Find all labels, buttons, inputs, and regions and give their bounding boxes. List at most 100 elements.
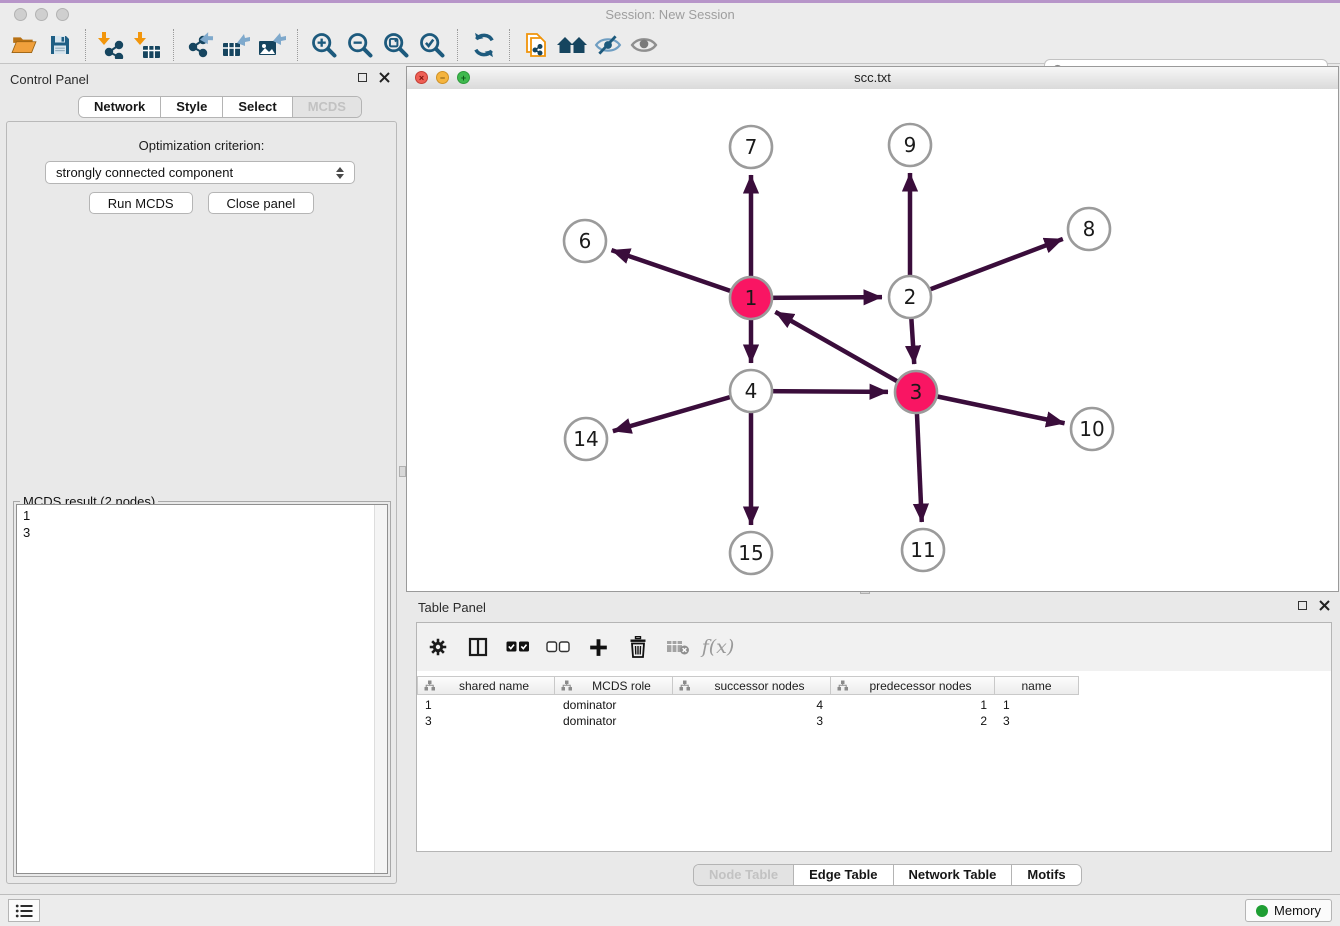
memory-button[interactable]: Memory bbox=[1245, 899, 1332, 922]
toolbar-separator bbox=[85, 29, 87, 61]
control-panel-controls bbox=[358, 72, 390, 83]
control-panel-title: Control Panel bbox=[10, 72, 89, 87]
dropdown-value: strongly connected component bbox=[56, 165, 336, 180]
table-cell[interactable]: 2 bbox=[831, 714, 995, 728]
mcds-result-list: 1 3 bbox=[23, 507, 30, 541]
zoom-selected-icon[interactable] bbox=[414, 28, 450, 62]
open-file-icon[interactable] bbox=[6, 28, 42, 62]
column-header-name[interactable]: name bbox=[995, 676, 1079, 695]
tab-network[interactable]: Network bbox=[79, 97, 161, 117]
graph-node-label: 10 bbox=[1079, 417, 1104, 441]
zoom-in-icon[interactable] bbox=[306, 28, 342, 62]
zoom-fit-icon[interactable] bbox=[378, 28, 414, 62]
memory-status-dot bbox=[1256, 905, 1268, 917]
main-toolbar bbox=[0, 26, 1340, 64]
deselect-all-columns-icon[interactable] bbox=[545, 634, 571, 660]
graph-node-7[interactable]: 7 bbox=[730, 126, 772, 168]
graph-node-15[interactable]: 15 bbox=[730, 532, 772, 574]
import-network-icon[interactable] bbox=[94, 28, 130, 62]
graph-node-11[interactable]: 11 bbox=[902, 529, 944, 571]
result-scrollbar[interactable] bbox=[374, 505, 387, 873]
table-cell[interactable]: 3 bbox=[673, 714, 831, 728]
table-cell[interactable]: 1 bbox=[417, 698, 555, 712]
graph-node-6[interactable]: 6 bbox=[564, 220, 606, 262]
graph-node-1[interactable]: 1 bbox=[730, 277, 772, 319]
column-header-shared-name[interactable]: shared name bbox=[417, 676, 555, 695]
export-image-icon[interactable] bbox=[254, 28, 290, 62]
toolbar-separator bbox=[173, 29, 175, 61]
hide-eye-icon[interactable] bbox=[590, 28, 626, 62]
graph-node-2[interactable]: 2 bbox=[889, 276, 931, 318]
graph-node-14[interactable]: 14 bbox=[565, 418, 607, 460]
add-column-icon[interactable] bbox=[585, 634, 611, 660]
select-all-columns-icon[interactable] bbox=[505, 634, 531, 660]
network-canvas[interactable]: 7 9 6 8 1 2 4 3 14 10 15 11 bbox=[407, 89, 1338, 591]
refresh-view-icon[interactable] bbox=[466, 28, 502, 62]
graph-node-4[interactable]: 4 bbox=[730, 370, 772, 412]
close-panel-icon[interactable] bbox=[379, 72, 390, 83]
graph-node-3[interactable]: 3 bbox=[895, 371, 937, 413]
graph-node-8[interactable]: 8 bbox=[1068, 208, 1110, 250]
graph-node-label: 3 bbox=[910, 380, 923, 404]
graph-node-label: 2 bbox=[904, 285, 917, 309]
export-table-icon[interactable] bbox=[218, 28, 254, 62]
table-panel-controls bbox=[1298, 600, 1330, 611]
graph-edge-3-10[interactable] bbox=[916, 392, 1065, 423]
memory-label: Memory bbox=[1274, 903, 1321, 918]
table-row[interactable]: 3dominator323 bbox=[417, 713, 1331, 729]
import-table-icon[interactable] bbox=[130, 28, 166, 62]
graph-node-label: 11 bbox=[910, 538, 935, 562]
function-builder-icon-disabled: f(x) bbox=[705, 634, 731, 660]
tab-motifs[interactable]: Motifs bbox=[1012, 865, 1080, 885]
table-settings-gear-icon[interactable] bbox=[425, 634, 451, 660]
graph-node-label: 15 bbox=[738, 541, 763, 565]
float-panel-icon[interactable] bbox=[358, 73, 367, 82]
table-cell[interactable]: 1 bbox=[831, 698, 995, 712]
column-header-mcds-role[interactable]: MCDS role bbox=[555, 676, 673, 695]
table-row[interactable]: 1dominator411 bbox=[417, 697, 1331, 713]
graph-edge-2-8[interactable] bbox=[910, 239, 1063, 297]
close-panel-icon[interactable] bbox=[1319, 600, 1330, 611]
table-cell[interactable]: 3 bbox=[417, 714, 555, 728]
column-header-successor-nodes[interactable]: successor nodes bbox=[673, 676, 831, 695]
tab-select[interactable]: Select bbox=[223, 97, 292, 117]
run-mcds-button[interactable]: Run MCDS bbox=[89, 192, 193, 214]
save-session-icon[interactable] bbox=[42, 28, 78, 62]
close-panel-button[interactable]: Close panel bbox=[208, 192, 315, 214]
network-window-titlebar[interactable]: × − + scc.txt bbox=[407, 67, 1338, 90]
graph-node-label: 8 bbox=[1083, 217, 1096, 241]
tab-network-table[interactable]: Network Table bbox=[894, 865, 1013, 885]
tab-edge-table[interactable]: Edge Table bbox=[794, 865, 893, 885]
delete-column-trash-icon[interactable] bbox=[625, 634, 651, 660]
show-columns-icon[interactable] bbox=[465, 634, 491, 660]
home-view-icon[interactable] bbox=[554, 28, 590, 62]
table-toolbar: f(x) bbox=[417, 623, 1331, 671]
tab-style[interactable]: Style bbox=[161, 97, 223, 117]
dropdown-stepper-icon bbox=[336, 167, 344, 179]
table-cell[interactable]: 3 bbox=[995, 714, 1079, 728]
show-eye-icon[interactable] bbox=[626, 28, 662, 62]
graph-node-9[interactable]: 9 bbox=[889, 124, 931, 166]
graph-edge-3-1[interactable] bbox=[775, 312, 916, 392]
task-history-button[interactable] bbox=[8, 899, 40, 922]
tab-node-table[interactable]: Node Table bbox=[694, 865, 794, 885]
tab-mcds[interactable]: MCDS bbox=[293, 97, 361, 117]
vertical-split-handle[interactable] bbox=[399, 466, 406, 477]
graph-node-label: 6 bbox=[579, 229, 592, 253]
export-network-icon[interactable] bbox=[182, 28, 218, 62]
table-cell[interactable]: dominator bbox=[555, 714, 673, 728]
table-panel-title: Table Panel bbox=[418, 600, 486, 615]
table-cell[interactable]: 4 bbox=[673, 698, 831, 712]
mcds-result-group: MCDS result (2 nodes) 1 3 bbox=[13, 501, 391, 877]
graph-node-10[interactable]: 10 bbox=[1071, 408, 1113, 450]
table-cell[interactable]: 1 bbox=[995, 698, 1079, 712]
column-header-predecessor-nodes[interactable]: predecessor nodes bbox=[831, 676, 995, 695]
application-window: Session: New Session bbox=[0, 0, 1340, 926]
zoom-out-icon[interactable] bbox=[342, 28, 378, 62]
float-panel-icon[interactable] bbox=[1298, 601, 1307, 610]
titlebar: Session: New Session bbox=[0, 3, 1340, 26]
table-cell[interactable]: dominator bbox=[555, 698, 673, 712]
duplicate-network-icon[interactable] bbox=[518, 28, 554, 62]
optimization-criterion-dropdown[interactable]: strongly connected component bbox=[45, 161, 355, 184]
network-window-title: scc.txt bbox=[407, 70, 1338, 85]
